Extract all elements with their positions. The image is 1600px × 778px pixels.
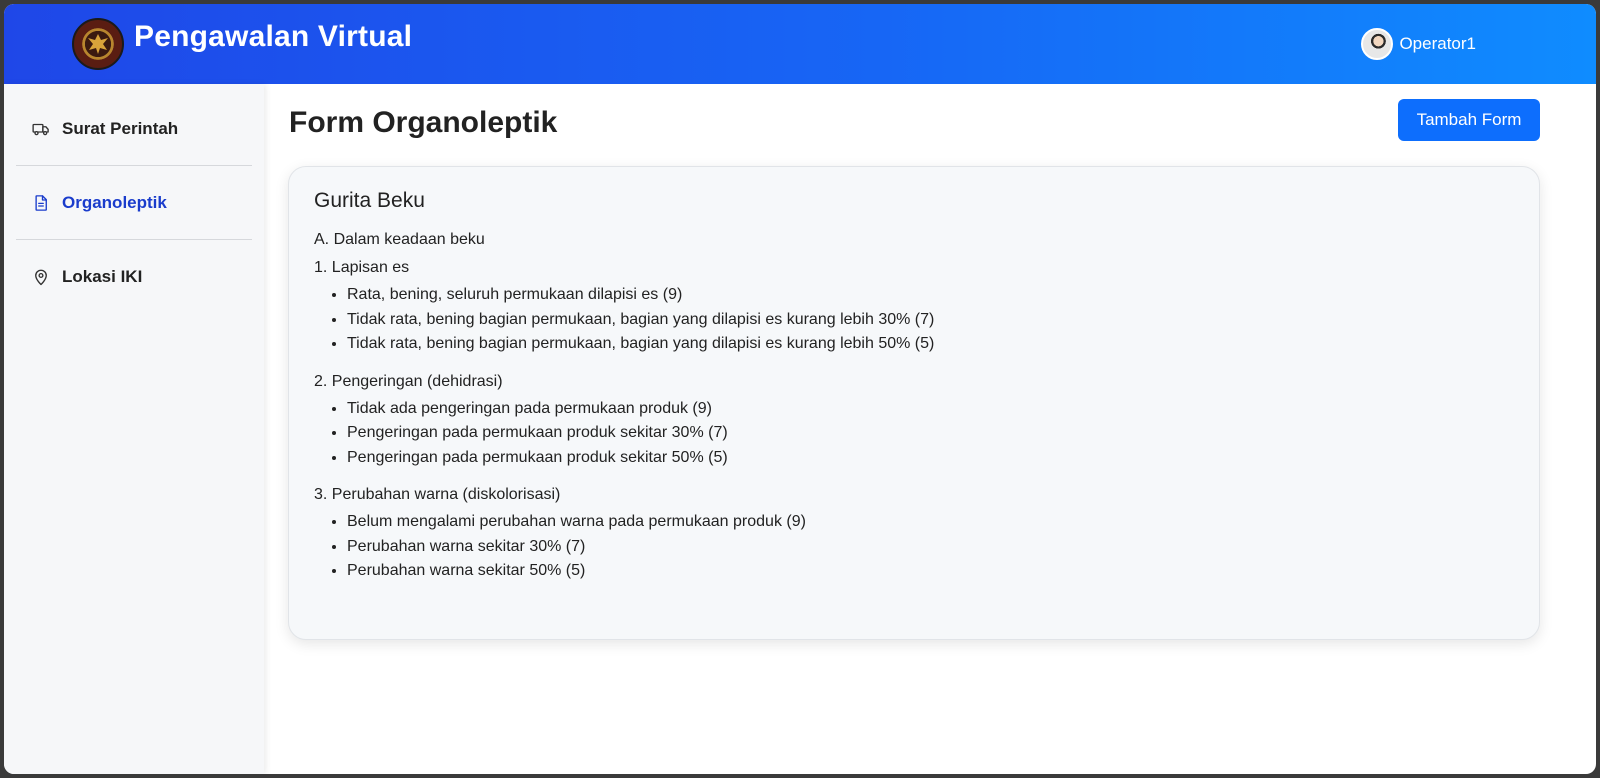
document-icon: [32, 194, 50, 212]
criteria-group-title: 2. Pengeringan (dehidrasi): [314, 372, 503, 390]
garuda-emblem-icon[interactable]: [72, 18, 124, 70]
page-title: Form Organoleptik: [289, 106, 558, 139]
user-name[interactable]: Operator1: [1399, 34, 1476, 54]
avatar[interactable]: [1361, 28, 1394, 60]
list-item: Belum mengalami perubahan warna pada per…: [347, 510, 1514, 535]
list-item: Tidak rata, bening bagian permukaan, bag…: [347, 332, 1514, 357]
sidebar-item-label: Organoleptik: [62, 193, 167, 212]
list-item: Tidak ada pengeringan pada permukaan pro…: [347, 397, 1514, 422]
sidebar-item-surat-perintah[interactable]: Surat Perintah: [16, 92, 252, 166]
list-item: Perubahan warna sekitar 30% (7): [347, 535, 1514, 560]
sidebar-item-label: Lokasi IKI: [62, 267, 143, 286]
truck-icon: [32, 120, 50, 138]
user-menu[interactable]: Operator1: [1361, 28, 1476, 60]
list-item: Pengeringan pada permukaan produk sekita…: [347, 446, 1514, 471]
criteria-list: Rata, bening, seluruh permukaan dilapisi…: [347, 283, 1514, 357]
top-navbar: Pengawalan Virtual Operator1: [4, 4, 1596, 84]
sidebar-item-lokasi-iki[interactable]: Lokasi IKI: [16, 240, 252, 314]
map-pin-icon: [32, 268, 50, 286]
section-heading: A. Dalam keadaan beku: [314, 231, 485, 248]
sidebar-item-organoleptik[interactable]: Organoleptik: [16, 166, 252, 240]
criteria-group-title: 1. Lapisan es: [314, 259, 410, 276]
add-form-button[interactable]: Tambah Form: [1398, 99, 1540, 141]
card-title: Gurita Beku: [314, 189, 425, 212]
app-window: Pengawalan Virtual Operator1 Surat Perin…: [4, 4, 1596, 774]
criteria-group-title: 3. Perubahan warna (diskolorisasi): [314, 486, 561, 503]
organoleptik-card: Gurita Beku A. Dalam keadaan beku 1. Lap…: [288, 166, 1540, 640]
list-item: Pengeringan pada permukaan produk sekita…: [347, 421, 1514, 446]
app-title[interactable]: Pengawalan Virtual: [134, 20, 412, 54]
criteria-list: Tidak ada pengeringan pada permukaan pro…: [347, 397, 1514, 471]
criteria-list: Belum mengalami perubahan warna pada per…: [347, 510, 1514, 584]
sidebar-item-label: Surat Perintah: [62, 119, 179, 138]
list-item: Perubahan warna sekitar 50% (5): [347, 559, 1514, 584]
list-item: Rata, bening, seluruh permukaan dilapisi…: [347, 283, 1514, 308]
sidebar: Surat Perintah Organoleptik Lokasi IKI: [4, 84, 264, 774]
list-item: Tidak rata, bening bagian permukaan, bag…: [347, 308, 1514, 333]
